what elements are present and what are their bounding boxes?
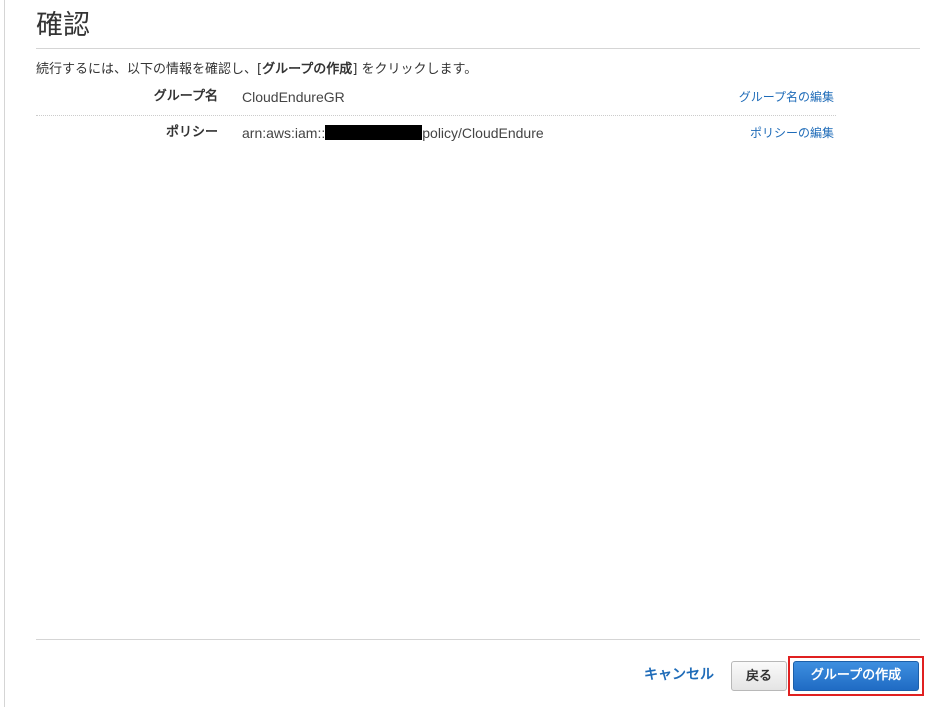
left-border-divider [4, 0, 5, 707]
edit-group-name-link[interactable]: グループ名の編集 [739, 84, 834, 110]
page-title: 確認 [36, 10, 90, 41]
policy-value: arn:aws:iam:: policy/CloudEndure [242, 120, 544, 146]
review-row-policy: ポリシー arn:aws:iam:: policy/CloudEndure ポリシ… [36, 120, 836, 146]
group-name-value-text: CloudEndureGR [242, 89, 345, 105]
edit-policy-link[interactable]: ポリシーの編集 [750, 120, 834, 146]
instruction-suffix: ] をクリックします。 [352, 62, 478, 77]
policy-arn-prefix: arn:aws:iam:: [242, 125, 326, 141]
back-button[interactable]: 戻る [731, 661, 787, 691]
review-row-divider [36, 115, 836, 116]
create-group-button[interactable]: グループの作成 [793, 661, 919, 691]
instruction-emphasis: グループの作成 [262, 62, 353, 77]
review-row-group-name: グループ名 CloudEndureGR グループ名の編集 [36, 84, 836, 110]
group-name-label: グループ名 [153, 89, 218, 104]
footer-divider [36, 639, 920, 640]
redacted-account-id [325, 125, 423, 140]
cancel-link[interactable]: キャンセル [644, 663, 714, 687]
instruction-prefix: 続行するには、以下の情報を確認し、[ [36, 62, 263, 77]
group-name-value: CloudEndureGR [242, 84, 345, 110]
instruction-text: 続行するには、以下の情報を確認し、[グループの作成] をクリックします。 [36, 60, 477, 80]
policy-arn-suffix: policy/CloudEndure [422, 125, 544, 141]
policy-label: ポリシー [165, 125, 218, 140]
title-divider [36, 48, 920, 49]
